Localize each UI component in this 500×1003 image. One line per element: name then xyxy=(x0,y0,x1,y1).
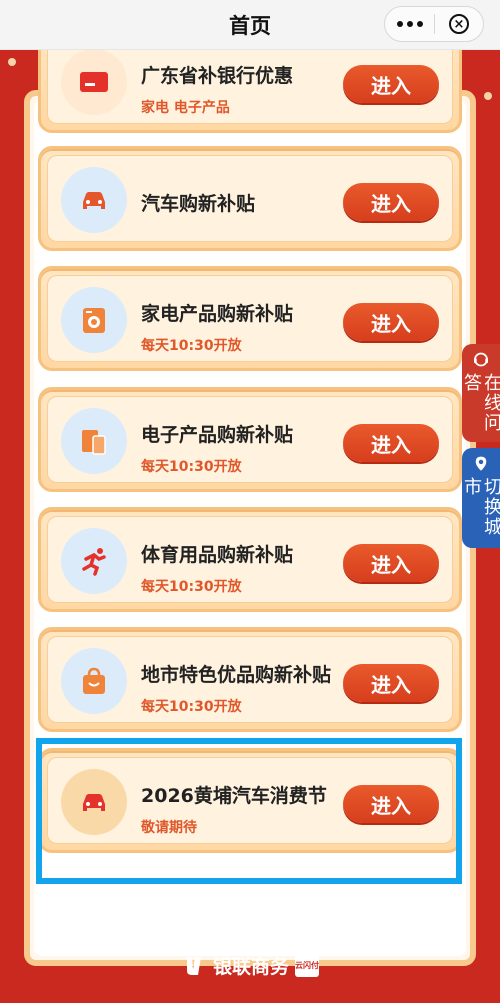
close-icon[interactable]: × xyxy=(435,7,483,41)
decor-dot xyxy=(484,92,492,100)
card-sports-subsidy[interactable]: 体育用品购新补贴 每天10:30开放 进入 xyxy=(38,507,462,612)
phone-tablet-icon xyxy=(61,408,127,474)
card-subtitle: 家电 电子产品 xyxy=(141,100,230,116)
card-subtitle: 每天10:30开放 xyxy=(141,699,242,715)
card-title: 体育用品购新补贴 xyxy=(141,544,294,566)
runner-icon xyxy=(61,528,127,594)
cloud-quickpass-badge: 云闪付 xyxy=(295,954,319,977)
more-icon[interactable] xyxy=(385,7,434,41)
washing-machine-icon xyxy=(61,287,127,353)
footer-brand: 银联商务 云闪付 xyxy=(0,952,500,979)
card-appliance-subsidy[interactable]: 家电产品购新补贴 每天10:30开放 进入 xyxy=(38,266,462,371)
enter-button[interactable]: 进入 xyxy=(343,424,439,462)
decor-dot xyxy=(8,58,16,66)
side-tab-label: 切换城市 xyxy=(461,477,500,538)
enter-button[interactable]: 进入 xyxy=(343,544,439,582)
card-subtitle: 每天10:30开放 xyxy=(141,459,242,475)
title-bar: 首页 × xyxy=(0,0,500,50)
card-electronics-subsidy[interactable]: 电子产品购新补贴 每天10:30开放 进入 xyxy=(38,387,462,492)
brand-name: 银联商务 xyxy=(212,956,289,978)
selection-highlight xyxy=(36,738,462,884)
shopping-bag-icon xyxy=(61,648,127,714)
enter-button[interactable]: 进入 xyxy=(343,65,439,103)
card-title: 广东省补银行优惠 xyxy=(141,65,294,87)
card-local-goods-subsidy[interactable]: 地市特色优品购新补贴 每天10:30开放 进入 xyxy=(38,627,462,732)
card-subtitle: 每天10:30开放 xyxy=(141,338,242,354)
side-tab-label: 在线问答 xyxy=(461,372,500,433)
online-qa-tab[interactable]: 在线问答 xyxy=(461,344,500,442)
switch-city-tab[interactable]: 切换城市 xyxy=(461,448,500,548)
enter-button[interactable]: 进入 xyxy=(343,183,439,221)
card-title: 地市特色优品购新补贴 xyxy=(141,664,332,686)
card-car-subsidy[interactable]: 汽车购新补贴 进入 xyxy=(38,146,462,251)
headset-icon xyxy=(474,352,488,367)
car-icon xyxy=(61,167,127,233)
page-title: 首页 xyxy=(229,13,271,38)
mini-program-capsule: × xyxy=(384,6,484,42)
enter-button[interactable]: 进入 xyxy=(343,664,439,702)
bank-card-icon xyxy=(61,49,127,115)
enter-button[interactable]: 进入 xyxy=(343,303,439,341)
card-title: 家电产品购新补贴 xyxy=(141,303,294,325)
unionpay-logo-icon xyxy=(181,953,207,979)
location-pin-icon xyxy=(475,456,487,471)
card-title: 电子产品购新补贴 xyxy=(141,424,294,446)
card-subtitle: 每天10:30开放 xyxy=(141,579,242,595)
card-title: 汽车购新补贴 xyxy=(141,193,256,215)
